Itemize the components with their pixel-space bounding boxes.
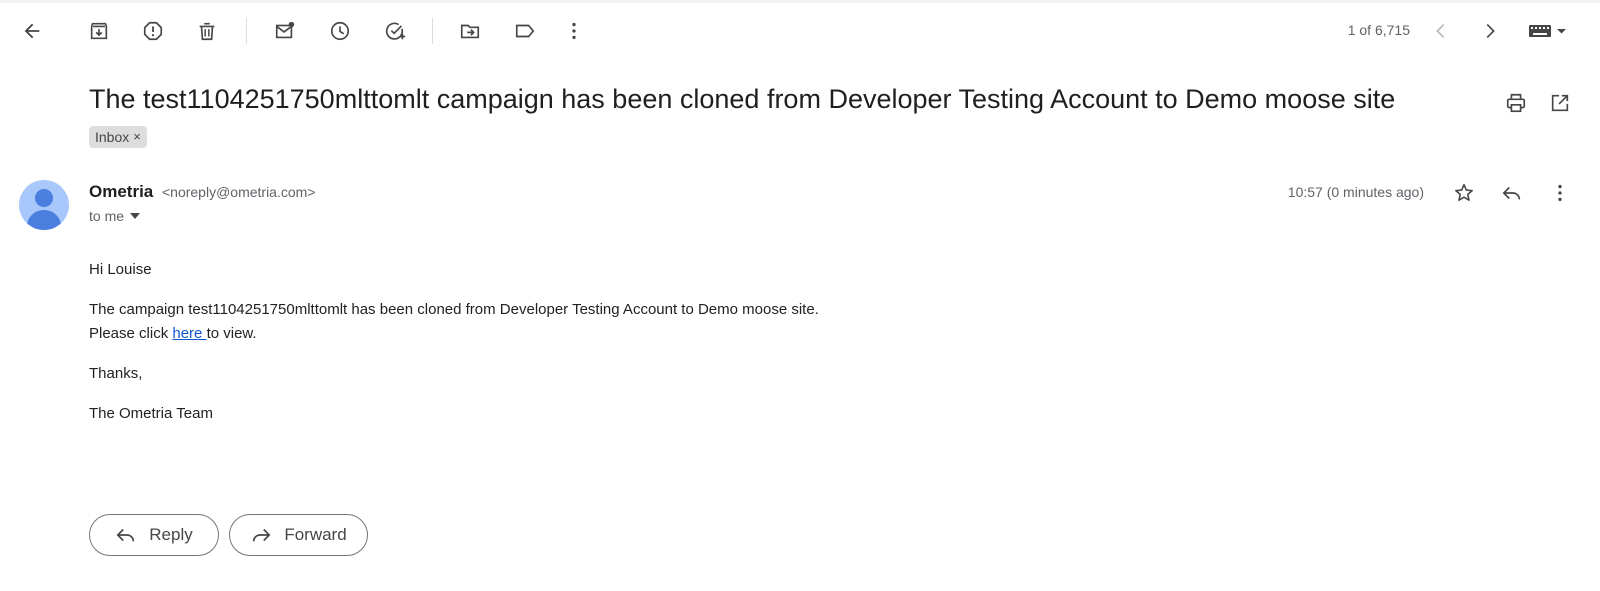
inbox-label-chip: Inbox ×: [89, 126, 147, 148]
add-to-tasks-icon[interactable]: [377, 13, 413, 49]
more-vert-icon[interactable]: [556, 13, 592, 49]
forward-button-label: Forward: [284, 525, 347, 544]
archive-icon[interactable]: [81, 13, 117, 49]
toolbar-divider: [432, 18, 433, 44]
mark-unread-icon[interactable]: [267, 13, 303, 49]
sender-name[interactable]: Ometria: [89, 182, 153, 201]
email-subject: The test1104251750mlttomlt campaign has …: [89, 84, 1396, 114]
forward-button[interactable]: Forward: [229, 514, 368, 556]
default-avatar-icon: [27, 189, 61, 230]
forward-arrow-icon: [253, 528, 271, 542]
report-spam-icon[interactable]: [135, 13, 171, 49]
closing: Thanks,: [89, 365, 143, 382]
body-line-2-prefix: Please click: [89, 325, 173, 342]
email-timestamp: 10:57 (0 minutes ago): [1287, 184, 1424, 200]
view-campaign-link[interactable]: here: [172, 325, 206, 342]
toolbar-divider: [246, 18, 247, 44]
labels-icon[interactable]: [507, 13, 543, 49]
remove-label-icon[interactable]: ×: [133, 126, 141, 148]
reply-icon[interactable]: [1494, 175, 1530, 211]
newer-chevron-icon[interactable]: [1423, 13, 1459, 49]
body-line-1: The campaign test1104251750mlttomlt has …: [89, 301, 819, 318]
signature: The Ometria Team: [89, 405, 213, 422]
reply-button[interactable]: Reply: [89, 514, 219, 556]
caret-down-icon: [130, 213, 141, 219]
print-icon[interactable]: [1498, 85, 1534, 121]
sender-line: Ometria <noreply@ometria.com>: [89, 182, 316, 202]
open-in-new-window-icon[interactable]: [1542, 85, 1578, 121]
back-arrow-icon[interactable]: [14, 13, 50, 49]
body-paragraph: The campaign test1104251750mlttomlt has …: [89, 298, 819, 346]
email-body: Hi Louise The campaign test1104251750mlt…: [89, 258, 819, 442]
recipient-details-toggle[interactable]: to me: [89, 208, 141, 224]
reply-button-label: Reply: [149, 525, 193, 544]
sender-email: <noreply@ometria.com>: [161, 184, 316, 200]
older-chevron-icon[interactable]: [1472, 13, 1508, 49]
move-to-icon[interactable]: [452, 13, 488, 49]
label-chip-text: Inbox: [95, 129, 130, 145]
pager-count: 1 of 6,715: [1347, 22, 1410, 38]
star-icon[interactable]: [1446, 175, 1482, 211]
reply-arrow-icon: [116, 528, 135, 542]
message-more-vert-icon[interactable]: [1542, 175, 1578, 211]
keyboard-icon[interactable]: [1524, 13, 1572, 49]
window-top-border: [0, 0, 1600, 3]
body-line-2-suffix: to view.: [206, 325, 257, 342]
avatar[interactable]: [19, 180, 69, 230]
snooze-icon[interactable]: [322, 13, 358, 49]
greeting: Hi Louise: [89, 261, 152, 278]
delete-icon[interactable]: [189, 13, 225, 49]
recipient-label: to me: [89, 208, 125, 224]
